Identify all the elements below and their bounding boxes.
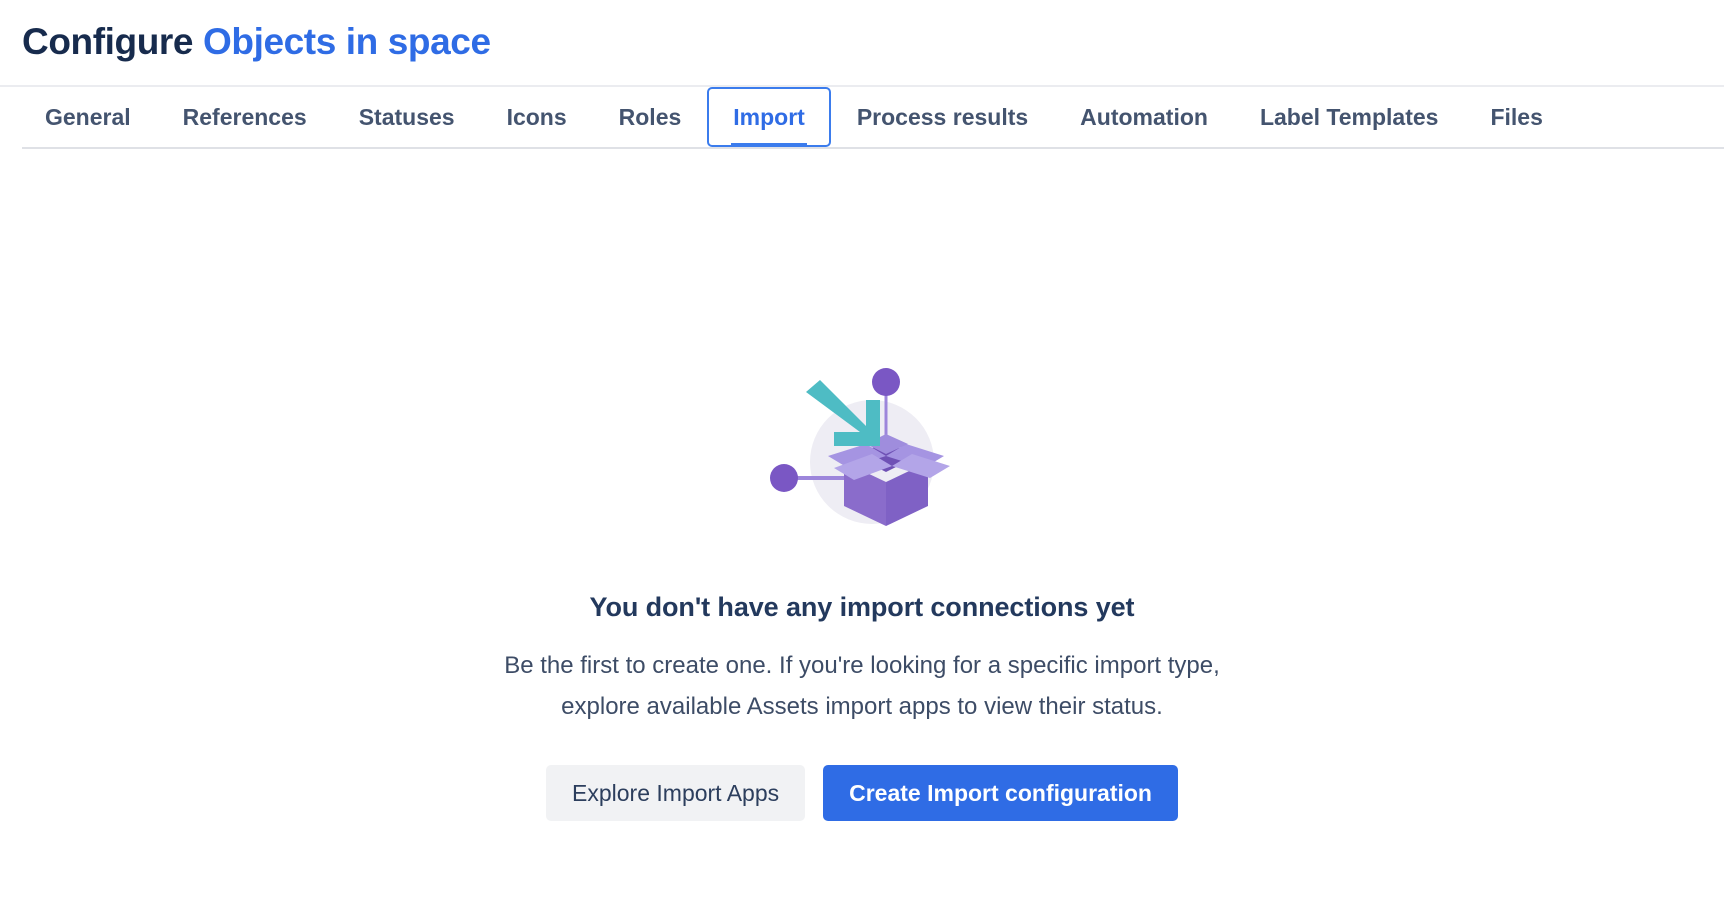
tab-label: Process results (856, 103, 1029, 130)
open-box-import-illustration (762, 350, 962, 550)
tab-icons[interactable]: Icons (481, 87, 593, 147)
explore-import-apps-button[interactable]: Explore Import Apps (546, 765, 806, 821)
tab-general[interactable]: General (22, 87, 157, 147)
tab-roles[interactable]: Roles (593, 87, 708, 147)
create-import-configuration-button[interactable]: Create Import configuration (823, 765, 1178, 821)
page-title-object-schema-link[interactable]: Objects in space (203, 21, 491, 62)
tab-automation[interactable]: Automation (1054, 87, 1234, 147)
page-title: Configure Objects in space (22, 21, 491, 63)
empty-state-heading: You don't have any import connections ye… (589, 592, 1135, 622)
tab-label: References (182, 103, 307, 130)
import-empty-state: You don't have any import connections ye… (0, 168, 1724, 914)
empty-state-actions: Explore Import Apps Create Import config… (546, 765, 1178, 821)
tab-references[interactable]: References (157, 87, 333, 147)
page-header: Configure Objects in space (0, 0, 1724, 87)
tab-bar-divider (22, 147, 1724, 149)
tab-process-results[interactable]: Process results (831, 87, 1054, 147)
tab-label: Label Templates (1259, 103, 1439, 130)
tab-label: Statuses (358, 103, 455, 130)
tab-label-templates[interactable]: Label Templates (1234, 87, 1465, 147)
configure-object-schema-page: Configure Objects in space General Refer… (0, 0, 1724, 914)
tab-label: Automation (1080, 103, 1208, 130)
tab-label: Import (733, 103, 805, 130)
tab-statuses[interactable]: Statuses (333, 87, 481, 147)
tab-label: Files (1490, 103, 1543, 130)
tab-files[interactable]: Files (1464, 87, 1568, 147)
empty-state-description-line-1: Be the first to create one. If you're lo… (504, 652, 1220, 679)
tab-label: Icons (506, 103, 567, 130)
tab-bar: General References Statuses Icons Roles … (0, 87, 1724, 165)
page-title-static-text: Configure (22, 21, 203, 63)
empty-state-description-line-2: explore available Assets import apps to … (561, 693, 1163, 720)
tab-import[interactable]: Import (707, 87, 831, 147)
tab-list: General References Statuses Icons Roles … (22, 87, 1569, 147)
tab-label: General (45, 103, 131, 130)
tab-label: Roles (618, 103, 682, 130)
empty-state-description: Be the first to create one. If you're lo… (504, 645, 1220, 727)
